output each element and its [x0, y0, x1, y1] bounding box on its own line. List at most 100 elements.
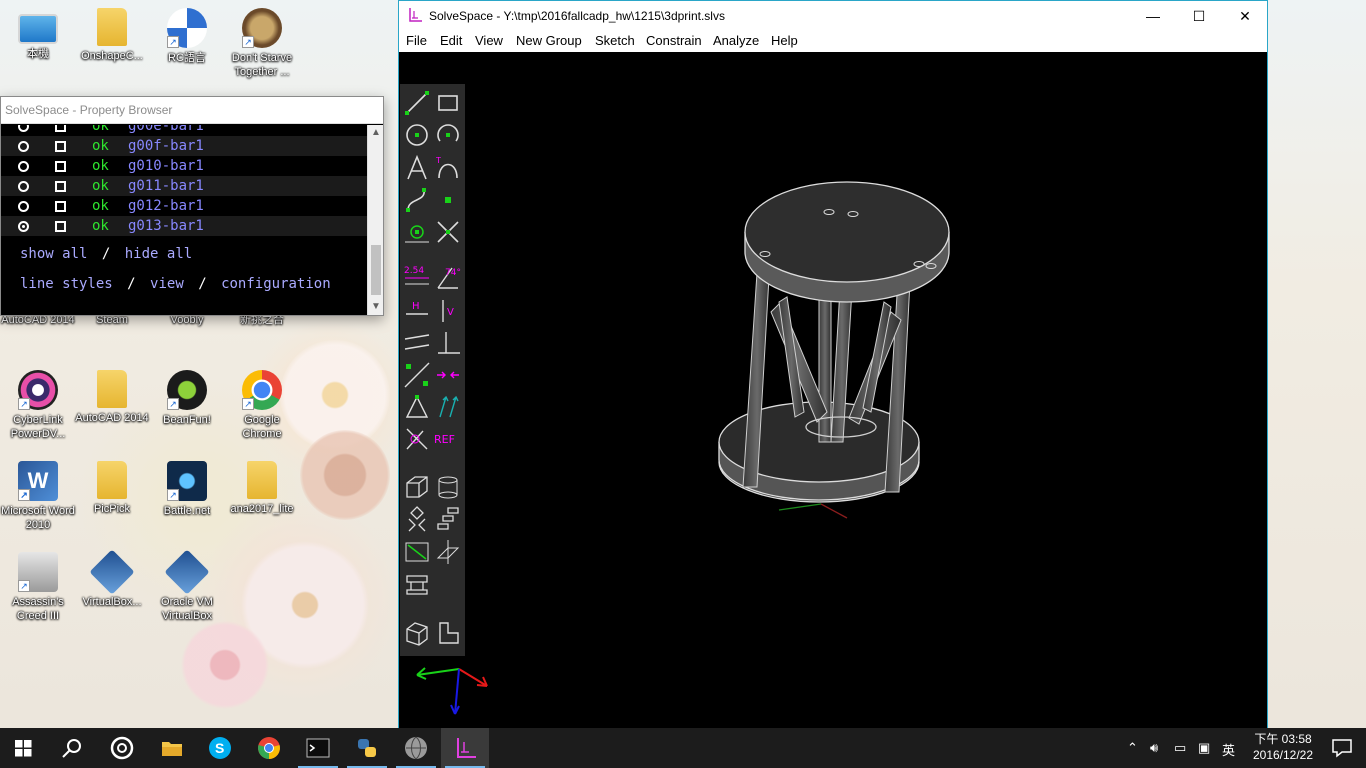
group-visible-checkbox[interactable] — [55, 125, 66, 132]
horizontal-constraint-button[interactable]: H — [403, 297, 431, 325]
close-button[interactable]: ✕ — [1222, 1, 1268, 31]
symmetric-constraint-button[interactable] — [434, 361, 462, 389]
group-name[interactable]: g013-bar1 — [128, 216, 204, 236]
start-button[interactable] — [0, 728, 48, 768]
desktop-icon-virtualbox-1[interactable]: VirtualBox... — [74, 549, 150, 609]
battery-icon[interactable]: ▭ — [1174, 740, 1186, 756]
split-curves-tool-button[interactable] — [434, 218, 462, 246]
lathe-group-button[interactable] — [434, 473, 462, 501]
action-center-button[interactable] — [1318, 728, 1366, 768]
desktop-icon-virtualbox-2[interactable]: Oracle VM VirtualBox — [149, 549, 225, 623]
property-browser-scrollbar[interactable]: ▲ ▼ — [367, 125, 383, 315]
menu-sketch[interactable]: Sketch — [595, 33, 635, 48]
desktop-icon-assassins-creed[interactable]: ↗ Assassin's Creed III — [0, 552, 76, 623]
spline-tool-button[interactable] — [403, 186, 431, 214]
desktop-icon-rc-lang[interactable]: ↗ RC語言 — [149, 8, 225, 65]
nearest-ortho-view-button[interactable] — [434, 619, 462, 647]
taskbar-cmd[interactable] — [294, 728, 342, 768]
circle-tool-button[interactable] — [403, 121, 431, 149]
desktop-icon-beanfun[interactable]: ↗ BeanFun! — [149, 370, 225, 427]
show-hidden-icons-chevron-icon[interactable]: ⌃ — [1127, 740, 1138, 756]
taskbar-globe-app[interactable] — [392, 728, 440, 768]
group-row[interactable]: ok g011-bar1 — [1, 176, 368, 196]
sketch-in-3d-button[interactable] — [403, 538, 431, 566]
active-group-radio[interactable] — [18, 181, 29, 192]
search-button[interactable] — [48, 728, 96, 768]
text-tool-button[interactable] — [403, 154, 431, 182]
menu-help[interactable]: Help — [771, 33, 798, 48]
group-row[interactable]: ok g00f-bar1 — [1, 136, 368, 156]
property-browser-title[interactable]: SolveSpace - Property Browser — [1, 97, 383, 124]
taskbar-skype[interactable]: S — [196, 728, 244, 768]
maximize-button[interactable]: ☐ — [1176, 1, 1222, 31]
desktop-icon-ana2017[interactable]: ana2017_lite — [224, 461, 300, 516]
taskbar-solvespace[interactable] — [441, 728, 489, 768]
equal-constraint-button[interactable] — [403, 393, 431, 421]
menu-view[interactable]: View — [475, 33, 503, 48]
active-group-radio[interactable] — [18, 201, 29, 212]
window-titlebar[interactable]: SolveSpace - Y:\tmp\2016fallcadp_hw\1215… — [399, 1, 1267, 31]
other-supplementary-button[interactable] — [403, 425, 431, 453]
point-on-entity-button[interactable] — [403, 361, 431, 389]
sketch-in-workplane-button[interactable] — [434, 538, 462, 566]
taskbar-app-ring[interactable] — [98, 728, 146, 768]
distance-constraint-button[interactable]: 2.54 — [403, 264, 431, 292]
group-name[interactable]: g00e-bar1 — [128, 125, 204, 136]
solvespace-main-window[interactable]: SolveSpace - Y:\tmp\2016fallcadp_hw\1215… — [398, 0, 1268, 729]
menu-new-group[interactable]: New Group — [516, 33, 582, 48]
group-name[interactable]: g010-bar1 — [128, 156, 204, 176]
group-visible-checkbox[interactable] — [55, 201, 66, 212]
view-link[interactable]: view — [150, 276, 184, 292]
menu-file[interactable]: File — [406, 33, 427, 48]
group-row[interactable]: ok g00e-bar1 — [1, 125, 368, 136]
taskbar-python[interactable] — [343, 728, 391, 768]
group-visible-checkbox[interactable] — [55, 181, 66, 192]
reference-toggle-button[interactable]: REF — [434, 425, 462, 453]
desktop-icon-cyberlink[interactable]: ↗ CyberLink PowerDV... — [0, 370, 76, 441]
network-icon[interactable]: ▣ — [1198, 740, 1210, 756]
arc-tool-button[interactable] — [434, 121, 462, 149]
group-visible-checkbox[interactable] — [55, 141, 66, 152]
group-row-active[interactable]: ok g013-bar1 — [1, 216, 368, 236]
workplane-tool-button[interactable] — [403, 218, 431, 246]
group-visible-checkbox[interactable] — [55, 161, 66, 172]
parallel-constraint-button[interactable] — [403, 329, 431, 357]
active-group-radio[interactable] — [18, 161, 29, 172]
line-styles-link[interactable]: line styles — [20, 276, 113, 292]
printer-frame-model[interactable] — [699, 142, 959, 522]
property-browser-window[interactable]: SolveSpace - Property Browser ok g00e-ba… — [0, 96, 384, 316]
desktop-icon-onshape[interactable]: OnshapeC... — [74, 8, 150, 63]
nearest-isometric-view-button[interactable] — [403, 619, 431, 647]
menu-edit[interactable]: Edit — [440, 33, 462, 48]
orientation-constraint-button[interactable] — [434, 393, 462, 421]
point-tool-button[interactable] — [434, 186, 462, 214]
group-visible-checkbox[interactable] — [55, 221, 66, 232]
desktop-icon-battlenet[interactable]: ↗ Battle.net — [149, 461, 225, 518]
desktop-icon-autocad-folder[interactable]: AutoCAD 2014 — [74, 370, 150, 425]
group-name[interactable]: g012-bar1 — [128, 196, 204, 216]
taskbar-clock[interactable]: 下午 03:58 2016/12/22 — [1243, 731, 1323, 763]
group-row[interactable]: ok g010-bar1 — [1, 156, 368, 176]
scrollbar-thumb[interactable] — [371, 245, 381, 295]
angle-constraint-button[interactable]: 74° — [434, 264, 462, 292]
show-all-link[interactable]: show all — [20, 246, 87, 262]
active-group-radio[interactable] — [18, 221, 29, 232]
taskbar-chrome[interactable] — [245, 728, 293, 768]
rectangle-tool-button[interactable] — [434, 89, 462, 117]
scroll-down-icon[interactable]: ▼ — [368, 299, 384, 315]
minimize-button[interactable]: — — [1130, 1, 1176, 31]
ime-indicator[interactable]: 英 — [1222, 740, 1235, 759]
hide-all-link[interactable]: hide all — [125, 246, 192, 262]
desktop-icon-this-pc[interactable]: 本機 — [0, 8, 76, 61]
import-assembly-button[interactable] — [403, 570, 431, 598]
group-name[interactable]: g011-bar1 — [128, 176, 204, 196]
extrude-group-button[interactable] — [403, 473, 431, 501]
desktop-icon-picpick[interactable]: PicPick — [74, 461, 150, 516]
desktop-icon-chrome[interactable]: ↗ Google Chrome — [224, 370, 300, 441]
step-translate-button[interactable] — [434, 505, 462, 533]
group-name[interactable]: g00f-bar1 — [128, 136, 204, 156]
line-tool-button[interactable] — [403, 89, 431, 117]
desktop-icon-word[interactable]: W ↗ Microsoft Word 2010 — [0, 461, 76, 532]
vertical-constraint-button[interactable]: V — [434, 297, 462, 325]
perpendicular-constraint-button[interactable] — [434, 329, 462, 357]
